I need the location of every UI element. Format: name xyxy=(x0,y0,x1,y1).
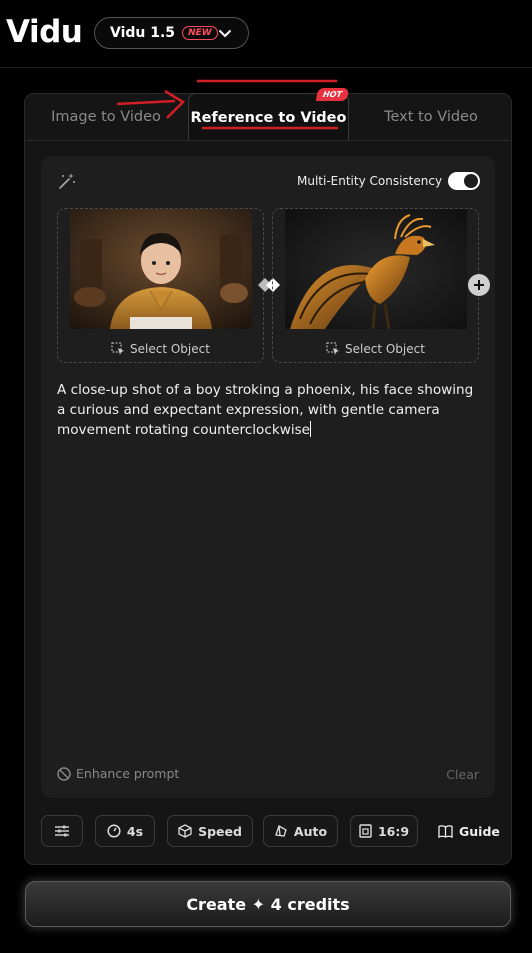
shape-icon xyxy=(275,825,287,837)
tab-image-to-video[interactable]: Image to Video xyxy=(25,94,187,140)
create-label: Create ✦ 4 credits xyxy=(186,894,350,914)
toggle-knob xyxy=(464,174,478,188)
select-object-label: Select Object xyxy=(345,342,425,356)
duration-button[interactable]: 4s xyxy=(95,815,155,847)
select-object-icon xyxy=(326,342,340,355)
add-reference-button[interactable] xyxy=(468,274,490,296)
annotation-top-line xyxy=(197,79,337,83)
multi-entity-label: Multi-Entity Consistency xyxy=(297,174,443,188)
text-caret xyxy=(310,421,312,437)
aspect-ratio-label: 16:9 xyxy=(377,823,410,839)
prompt-text: A close-up shot of a boy stroking a phoe… xyxy=(57,382,474,438)
disabled-circle-icon xyxy=(57,766,71,781)
select-object-icon xyxy=(111,342,125,355)
guide-link[interactable]: Guide xyxy=(438,815,500,847)
duration-label: 4s xyxy=(126,823,144,839)
multi-entity-toggle[interactable] xyxy=(448,172,480,190)
tabs-divider xyxy=(25,140,511,141)
magic-wand-icon[interactable] xyxy=(57,171,77,191)
hot-badge: HOT xyxy=(315,88,350,101)
enhance-prompt-button[interactable]: Enhance prompt xyxy=(57,766,179,781)
guide-label: Guide xyxy=(459,823,500,839)
cube-icon xyxy=(178,824,192,838)
new-badge: NEW xyxy=(182,26,218,40)
select-object-label: Select Object xyxy=(130,342,210,356)
enhance-prompt-label: Enhance prompt xyxy=(76,766,180,781)
movement-label: Auto xyxy=(293,823,328,839)
speed-button[interactable]: Speed xyxy=(167,815,253,847)
select-object-button-2[interactable]: Select Object xyxy=(273,342,478,356)
chevron-down-icon xyxy=(219,30,231,38)
aspect-ratio-button[interactable]: 16:9 xyxy=(350,815,418,847)
logo[interactable]: Vidu xyxy=(6,14,83,50)
prompt-editor: Multi-Entity Consistency Select Object S… xyxy=(41,156,495,798)
select-object-button-1[interactable]: Select Object xyxy=(58,342,263,356)
timer-icon xyxy=(107,824,121,838)
create-button[interactable]: Create ✦ 4 credits xyxy=(25,881,511,927)
aspect-ratio-icon xyxy=(359,824,372,838)
reference-card-2[interactable]: Select Object xyxy=(272,208,479,363)
reference-image-phoenix xyxy=(285,209,467,329)
sliders-icon xyxy=(55,825,69,837)
speed-label: Speed xyxy=(198,823,242,839)
tab-reference-label: Reference to Video xyxy=(190,109,347,126)
settings-button[interactable] xyxy=(41,815,83,847)
tab-text-to-video[interactable]: Text to Video xyxy=(350,94,512,140)
book-icon xyxy=(438,824,453,838)
generation-panel: Image to Video Reference to Video HOT Te… xyxy=(24,79,512,865)
model-name: Vidu 1.5 xyxy=(110,25,176,41)
reference-image-boy xyxy=(70,209,252,329)
plus-icon xyxy=(474,280,484,290)
model-selector[interactable]: Vidu 1.5 NEW xyxy=(94,17,249,49)
tab-reference-to-video[interactable]: Reference to Video HOT xyxy=(188,88,350,141)
reference-card-1[interactable]: Select Object xyxy=(57,208,264,363)
movement-button[interactable]: Auto xyxy=(263,815,338,847)
prompt-textarea[interactable]: A close-up shot of a boy stroking a phoe… xyxy=(57,380,477,440)
clear-button[interactable]: Clear xyxy=(446,767,479,782)
header: Vidu Vidu 1.5 NEW xyxy=(0,0,532,68)
